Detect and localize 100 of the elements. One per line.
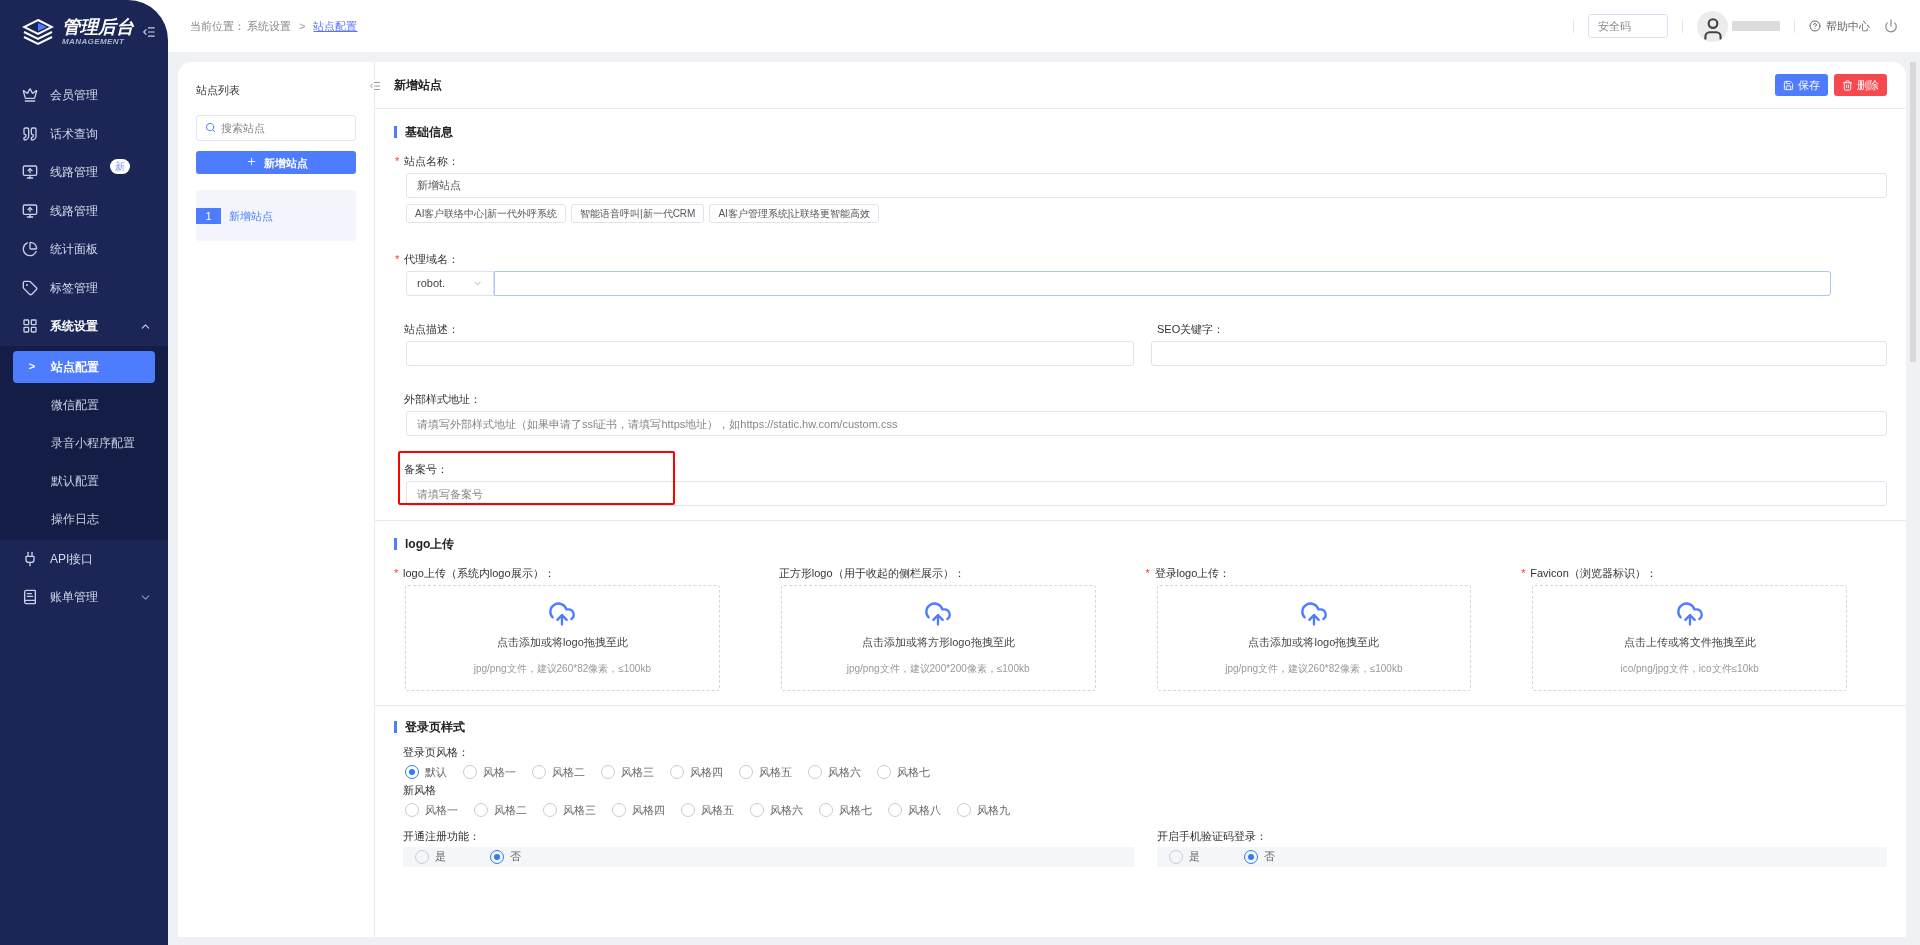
scrollbar[interactable]	[1910, 62, 1916, 362]
sidebar-item[interactable]: 系统设置	[0, 307, 168, 346]
plug-icon	[22, 550, 38, 567]
radio-option[interactable]: 风格三	[543, 801, 596, 818]
monitor-icon	[22, 202, 38, 219]
upload-hint: jpg/png文件，建议260*82像素，≤100kb	[473, 661, 651, 676]
search-field[interactable]: 搜索站点	[196, 114, 356, 141]
power-icon[interactable]	[1884, 19, 1898, 33]
tag-icon	[22, 279, 38, 296]
breadcrumb-link[interactable]: 站点配置	[313, 17, 358, 35]
sidebar-item[interactable]: 统计面板	[0, 230, 168, 269]
brand-title: 管理后台	[62, 18, 134, 36]
plus-icon	[246, 155, 257, 167]
field-label: 新风格	[403, 783, 437, 798]
radio-option[interactable]: 风格五	[681, 801, 734, 818]
field-label: * 站点名称：	[395, 153, 459, 169]
submenu-item[interactable]: 录音小程序配置	[13, 426, 155, 459]
security-code-field[interactable]: 安全码	[1588, 14, 1668, 38]
radio-option[interactable]: 风格九	[957, 801, 1010, 818]
site-name-field[interactable]: 新增站点	[406, 173, 1887, 198]
breadcrumb-link[interactable]: 系统设置	[247, 17, 291, 35]
sidebar-item[interactable]: API接口	[0, 539, 168, 578]
radio-option[interactable]: 否	[490, 848, 521, 865]
upload-hint: jpg/png文件，建议260*82像素，≤100kb	[1225, 661, 1403, 676]
redacted-username	[1732, 21, 1780, 31]
sidebar-item[interactable]: 账单管理	[0, 578, 168, 617]
field-label: 外部样式地址：	[403, 391, 481, 407]
upload-dropzone[interactable]: 点击添加或将logo拖拽至此 jpg/png文件，建议260*82像素，≤100kb	[1156, 585, 1472, 691]
section-title: 登录页样式	[405, 719, 465, 736]
add-site-button[interactable]: 新增站点	[196, 151, 356, 175]
radio-option[interactable]: 风格六	[750, 801, 803, 818]
submenu-item[interactable]: 操作日志	[13, 502, 155, 535]
field-label: * 登录logo上传：	[1145, 565, 1231, 581]
quote-icon	[22, 125, 38, 142]
breadcrumb-prefix: 当前位置：	[190, 18, 245, 34]
index-tag: 1	[196, 207, 221, 224]
radio-option[interactable]: 风格二	[532, 763, 585, 780]
description-field[interactable]	[406, 341, 1134, 366]
breadcrumb-separator: >	[299, 18, 306, 34]
radio-option[interactable]: 默认	[405, 763, 447, 780]
upload-hint: ico/png/jpg文件，ico文件≤10kb	[1620, 661, 1759, 676]
icp-number-field[interactable]: 请填写备案号	[406, 481, 1887, 506]
radio-option[interactable]: 风格四	[670, 763, 723, 780]
book-icon	[22, 589, 38, 606]
radio-option[interactable]: 风格五	[739, 763, 792, 780]
field-label: 站点描述：	[403, 321, 459, 337]
suggestion-chip[interactable]: AI客户管理系统|让联络更智能高效	[709, 204, 880, 223]
suggestion-chip[interactable]: 智能语音呼叫|新一代CRM	[571, 204, 705, 223]
crown-icon	[22, 87, 38, 104]
radio-option[interactable]: 是	[1168, 848, 1200, 865]
field-label: * logo上传（系统内logo展示）：	[394, 565, 555, 581]
suggestion-chip[interactable]: AI客户联络中心|新一代外呼系统	[406, 204, 567, 223]
section-title: 基础信息	[405, 124, 453, 141]
domain-prefix-select[interactable]: robot.	[406, 271, 494, 296]
radio-option[interactable]: 风格一	[405, 801, 458, 818]
field-label: 开启手机验证码登录：	[1156, 829, 1268, 844]
brand-subtitle: MANAGEMENT	[62, 38, 126, 46]
radio-option[interactable]: 风格七	[877, 763, 930, 780]
help-icon[interactable]	[1809, 20, 1821, 32]
radio-option[interactable]: 风格三	[601, 763, 654, 780]
sidebar-item[interactable]: 标签管理	[0, 268, 168, 307]
radio-option[interactable]: 风格二	[474, 801, 527, 818]
sidebar-item[interactable]: 线路管理 新	[0, 153, 168, 192]
upload-dropzone[interactable]: 点击添加或将logo拖拽至此 jpg/png文件，建议260*82像素，≤100kb	[405, 585, 720, 691]
help-center-link[interactable]: 帮助中心	[1826, 17, 1870, 35]
field-label: 开通注册功能：	[403, 829, 481, 844]
radio-option[interactable]: 风格六	[808, 763, 861, 780]
radio-option[interactable]: 风格八	[888, 801, 941, 818]
radio-option[interactable]: 风格七	[819, 801, 872, 818]
radio-option[interactable]: 是	[415, 848, 446, 865]
upload-prompt: 点击添加或将logo拖拽至此	[496, 635, 628, 651]
upload-hint: jpg/png文件，建议200*200像素，≤100kb	[846, 661, 1030, 676]
field-label: * 代理域名：	[395, 251, 459, 267]
radio-option[interactable]: 否	[1243, 848, 1275, 865]
seo-keywords-field[interactable]	[1151, 341, 1887, 366]
save-icon	[1783, 79, 1794, 91]
upload-dropzone[interactable]: 点击添加或将方形logo拖拽至此 jpg/png文件，建议200*200像素，≤100kb	[780, 585, 1096, 691]
radio-option[interactable]: 风格一	[463, 763, 516, 780]
section-title: logo上传	[405, 536, 455, 553]
avatar[interactable]	[1697, 10, 1728, 42]
collapse-menu-icon[interactable]	[142, 25, 156, 39]
field-label: 登录页风格：	[403, 745, 470, 760]
field-label: 备案号：	[403, 461, 448, 477]
radio-option[interactable]: 风格四	[612, 801, 665, 818]
sidebar-item[interactable]: 会员管理	[0, 76, 168, 115]
upload-prompt: 点击添加或将logo拖拽至此	[1248, 635, 1380, 651]
domain-field[interactable]	[494, 271, 1831, 296]
monitor-icon	[22, 164, 38, 181]
site-list-item[interactable]: 1 新增站点	[196, 190, 356, 242]
style-url-field[interactable]: 请填写外部样式地址（如果申请了ssl证书，请填写https地址），如https://static.hw.com/custom.css	[406, 411, 1887, 436]
save-button[interactable]: 保存	[1775, 74, 1828, 96]
submenu-item[interactable]: 默认配置	[13, 464, 155, 497]
submenu-item[interactable]: > 站点配置	[13, 350, 155, 383]
sidebar-item[interactable]: 话术查询	[0, 114, 168, 153]
delete-button[interactable]: 删除	[1834, 74, 1887, 96]
upload-dropzone[interactable]: 点击上传或将文件拖拽至此 ico/png/jpg文件，ico文件≤10kb	[1532, 585, 1847, 691]
submenu-item[interactable]: 微信配置	[13, 388, 155, 421]
sidebar-item[interactable]: 线路管理	[0, 191, 168, 230]
collapse-panel-icon[interactable]	[369, 80, 381, 92]
panel-title: 站点列表	[196, 83, 241, 98]
